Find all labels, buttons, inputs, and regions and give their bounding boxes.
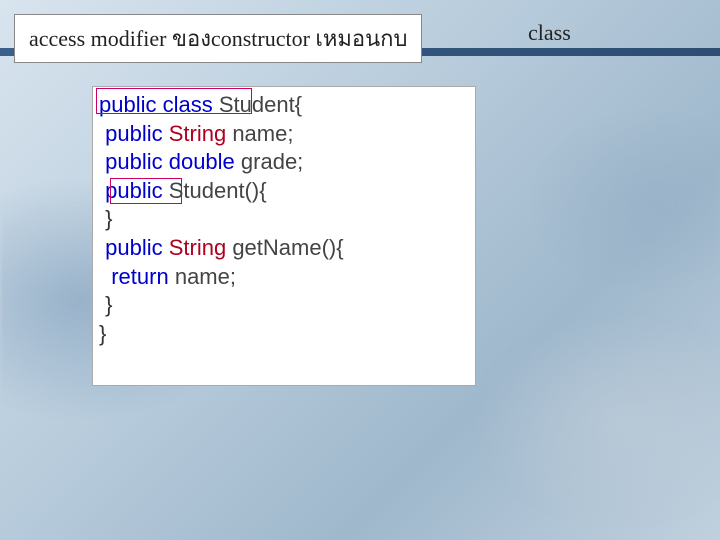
code-line-9: } bbox=[99, 320, 469, 349]
class-label: class bbox=[528, 20, 571, 46]
code-line-1: public class Student{ bbox=[99, 91, 469, 120]
code-line-5: } bbox=[99, 205, 469, 234]
title-text: access modifier ของconstructor เหมอนกบ bbox=[29, 26, 407, 51]
code-line-3: public double grade; bbox=[99, 148, 469, 177]
code-line-6: public String getName(){ bbox=[99, 234, 469, 263]
code-line-2: public String name; bbox=[99, 120, 469, 149]
code-box: public class Student{ public String name… bbox=[92, 86, 476, 386]
code-line-8: } bbox=[99, 291, 469, 320]
code-line-4: public Student(){ bbox=[99, 177, 469, 206]
title-box: access modifier ของconstructor เหมอนกบ bbox=[14, 14, 422, 63]
code-line-7: return name; bbox=[99, 263, 469, 292]
